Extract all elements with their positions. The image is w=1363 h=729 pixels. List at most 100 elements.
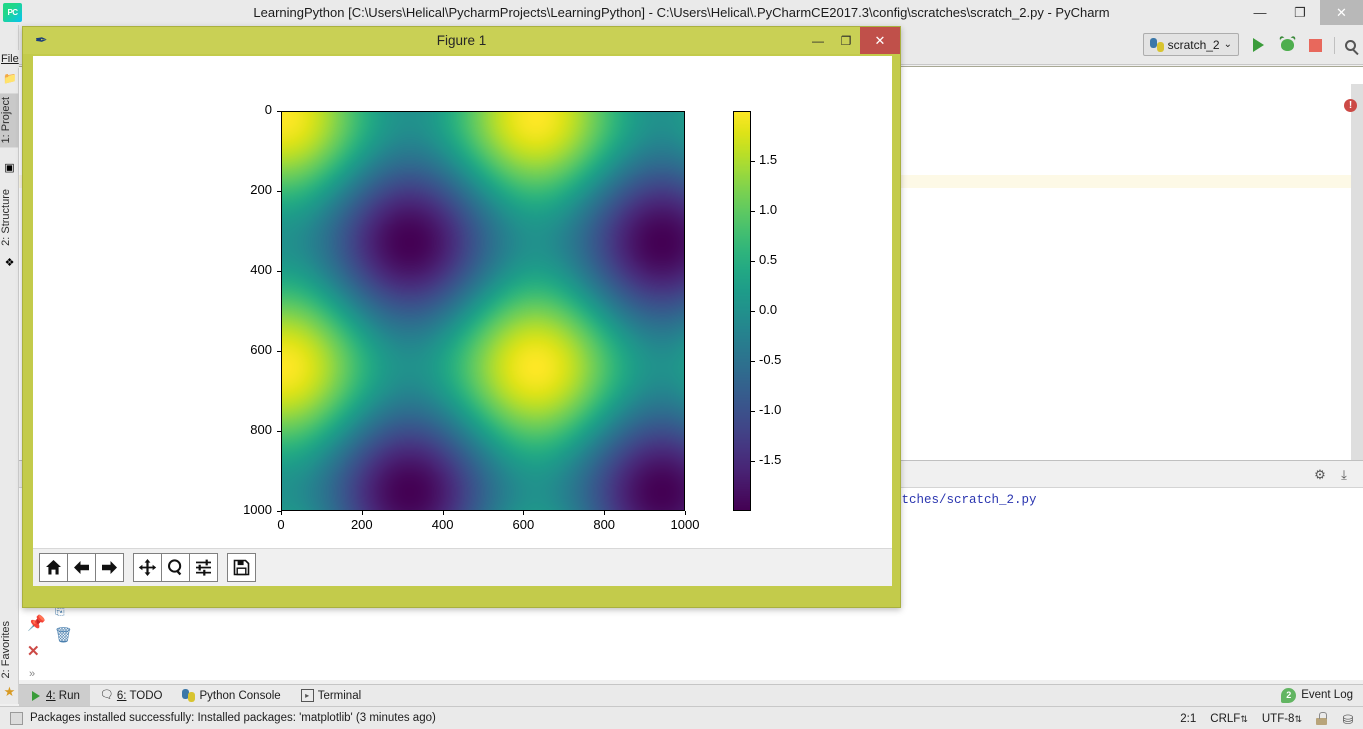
zoom-button[interactable]: [161, 553, 190, 582]
tab-terminal-label: Terminal: [317, 689, 362, 702]
tab-python-console[interactable]: Python Console: [172, 685, 290, 707]
error-marker-icon[interactable]: !: [1344, 99, 1357, 112]
pin-icon[interactable]: 📌: [27, 614, 46, 632]
colorbar-tick-label: 1.0: [759, 202, 778, 217]
folder-icon: 📁: [3, 73, 17, 85]
figure-title: Figure 1: [436, 33, 487, 48]
status-bar-right: 2:1 CRLF⇅ UTF-8⇅ ⛁: [1180, 707, 1355, 729]
sidebar-item-structure[interactable]: 2: Structure: [0, 185, 19, 250]
ide-minimize-button[interactable]: —: [1240, 0, 1280, 25]
home-button[interactable]: [39, 553, 68, 582]
screen-root: PC LearningPython [C:\Users\Helical\Pych…: [0, 0, 1363, 729]
y-tick-label: 200: [250, 182, 272, 197]
scroll-to-end-icon[interactable]: ⤓: [1337, 467, 1351, 482]
status-icon[interactable]: [10, 711, 23, 725]
sidebar-item-project[interactable]: 1: Project: [0, 93, 19, 148]
ide-close-button[interactable]: ✕: [1320, 0, 1363, 25]
ide-title-text: LearningPython [C:\Users\Helical\Pycharm…: [253, 5, 1110, 20]
event-log-badge: 2: [1281, 687, 1297, 703]
search-icon: [1344, 39, 1356, 51]
project-module-icon: ▣: [4, 162, 15, 174]
save-button[interactable]: [227, 553, 256, 582]
figure-window[interactable]: ✒ Figure 1 — ❐ ✕ plot for sin(x)+sin(y) …: [22, 26, 901, 608]
y-tick-mark: [277, 351, 281, 352]
menu-file[interactable]: File: [1, 53, 19, 65]
expand-more-icon[interactable]: »: [29, 668, 35, 680]
ide-maximize-button[interactable]: ❐: [1280, 0, 1320, 25]
bottom-tool-tabs: 4: Run 🗨 6: TODO Python Console ▸ Termin…: [19, 684, 1363, 707]
trash-icon[interactable]: 🗑: [54, 626, 73, 644]
colorbar-tick-label: 1.5: [759, 152, 778, 167]
colorbar[interactable]: [733, 111, 751, 511]
star-icon: ★: [3, 684, 16, 699]
file-encoding[interactable]: UTF-8⇅: [1262, 713, 1302, 725]
tab-run-label: 4: Run: [46, 689, 80, 702]
colorbar-tick-label: 0.0: [759, 302, 778, 317]
editor-scrollbar[interactable]: [1351, 84, 1363, 460]
pycharm-logo-icon: PC: [3, 3, 22, 22]
stop-square-icon: [1308, 38, 1322, 52]
figure-window-controls: — ❐ ✕: [804, 27, 900, 54]
bug-icon: [1280, 39, 1294, 51]
chevron-down-icon: ⌄: [1223, 39, 1232, 50]
matplotlib-feather-icon: ✒: [35, 32, 48, 49]
close-icon[interactable]: ✕: [27, 642, 40, 660]
home-icon: [46, 560, 61, 575]
run-configuration-label: scratch_2: [1167, 37, 1220, 52]
heatmap-axes[interactable]: [281, 111, 685, 511]
x-tick-mark: [685, 511, 686, 515]
figure-canvas[interactable]: plot for sin(x)+sin(y) 02004006008001000…: [33, 56, 892, 586]
figure-close-button[interactable]: ✕: [860, 27, 900, 54]
tab-run[interactable]: 4: Run: [19, 684, 90, 707]
event-log-label: Event Log: [1301, 689, 1353, 701]
sidebar-item-favorites[interactable]: 2: Favorites: [0, 617, 19, 682]
event-log-button[interactable]: 2 Event Log: [1281, 684, 1353, 706]
figure-minimize-button[interactable]: —: [804, 27, 832, 54]
x-tick-mark: [281, 511, 282, 515]
configure-subplots-button[interactable]: [189, 553, 218, 582]
move-cross-icon: [138, 559, 157, 576]
right-arrow-icon: [102, 561, 117, 574]
gear-icon[interactable]: ⚙: [1313, 468, 1327, 482]
stop-button[interactable]: [1304, 34, 1326, 56]
colorbar-tick-mark: [751, 411, 755, 412]
search-everywhere-button[interactable]: [1339, 34, 1361, 56]
tab-python-console-label: Python Console: [199, 689, 281, 702]
line-separator[interactable]: CRLF⇅: [1210, 713, 1248, 725]
pan-button[interactable]: [133, 553, 162, 582]
y-tick-label: 0: [264, 102, 272, 117]
menu-bar[interactable]: File: [0, 50, 19, 68]
run-configuration-selector[interactable]: scratch_2 ⌄: [1142, 33, 1239, 56]
debug-button[interactable]: [1276, 34, 1298, 56]
run-button[interactable]: [1247, 34, 1269, 56]
colorbar-tick-mark: [751, 161, 755, 162]
run-icon: [29, 689, 42, 702]
x-tick-mark: [604, 511, 606, 515]
python-icon: [1149, 37, 1164, 52]
tab-todo-label: 6: TODO: [116, 689, 163, 702]
y-tick-label: 1000: [243, 502, 272, 517]
terminal-icon: ▸: [300, 689, 314, 702]
colorbar-gradient: [734, 112, 750, 510]
forward-button[interactable]: [95, 553, 124, 582]
y-tick-mark: [277, 431, 281, 432]
colorbar-tick-mark: [751, 211, 755, 212]
y-tick-label: 800: [250, 422, 272, 437]
lock-icon[interactable]: [1316, 712, 1327, 725]
magnifier-icon: [168, 559, 182, 576]
colorbar-tick-label: -1.5: [759, 452, 782, 467]
tab-terminal[interactable]: ▸ Terminal: [291, 685, 371, 707]
python-icon: [182, 689, 196, 702]
figure-maximize-button[interactable]: ❐: [832, 27, 860, 54]
status-message: Packages installed successfully: Install…: [30, 712, 436, 724]
run-panel-gutter: 📌 ✕ ⎘ 🗑 »: [19, 600, 109, 680]
colorbar-tick-label: -0.5: [759, 352, 782, 367]
left-arrow-icon: [74, 561, 89, 574]
y-tick-mark: [277, 191, 281, 192]
tab-todo[interactable]: 🗨 6: TODO: [90, 685, 173, 707]
colorbar-tick-label: -1.0: [759, 402, 782, 417]
database-icon[interactable]: ⛁: [1341, 712, 1355, 727]
back-button[interactable]: [67, 553, 96, 582]
caret-position[interactable]: 2:1: [1180, 713, 1196, 725]
play-icon: [1252, 38, 1264, 52]
